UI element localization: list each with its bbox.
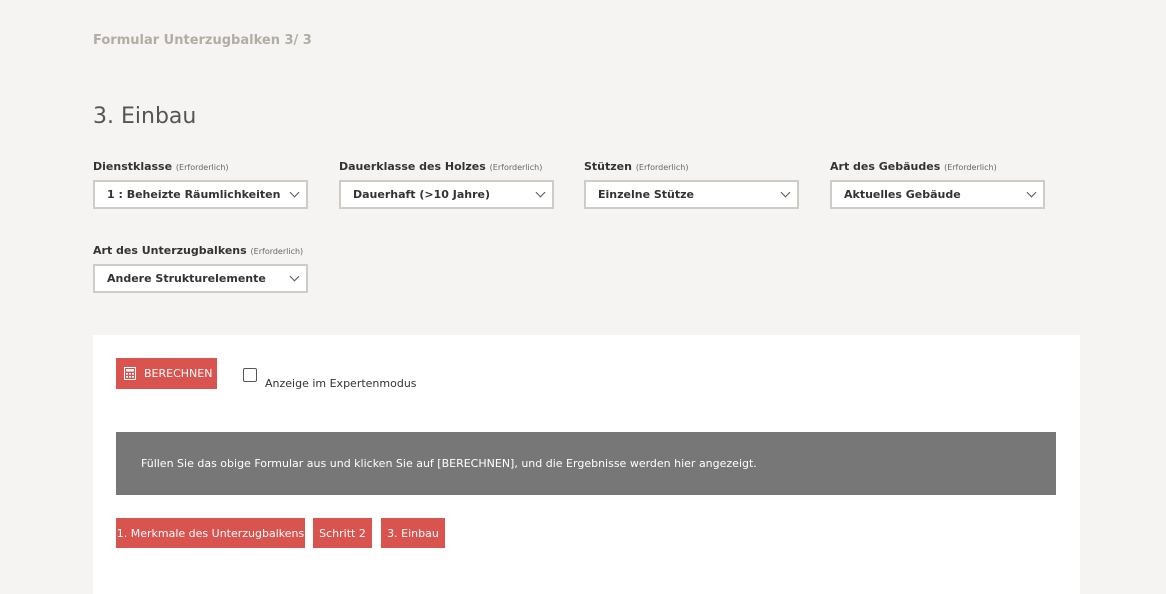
- unterzugbalken-art-select[interactable]: Andere Strukturelemente: [93, 264, 308, 293]
- chevron-down-icon: [289, 187, 300, 198]
- required-hint: (Erforderlich): [944, 163, 997, 172]
- field-dienstklasse: Dienstklasse (Erforderlich) 1 : Beheizte…: [93, 160, 308, 209]
- step-3-label: 3. Einbau: [387, 526, 439, 540]
- dauerklasse-select[interactable]: Dauerhaft (>10 Jahre): [339, 180, 554, 209]
- calculate-button[interactable]: BERECHNEN: [116, 358, 217, 389]
- step-1-button[interactable]: 1. Merkmale des Unterzugbalkens: [116, 518, 305, 548]
- field-stuetzen: Stützen (Erforderlich) Einzelne Stütze: [584, 160, 799, 209]
- field-label-text: Art des Unterzugbalkens: [93, 244, 247, 257]
- step-2-label: Schritt 2: [319, 526, 366, 540]
- field-label: Art des Unterzugbalkens (Erforderlich): [93, 244, 308, 257]
- field-dauerklasse: Dauerklasse des Holzes (Erforderlich) Da…: [339, 160, 554, 209]
- required-hint: (Erforderlich): [250, 247, 304, 256]
- chevron-down-icon: [780, 187, 791, 198]
- select-value: 1 : Beheizte Räumlichkeiten (z.B. Wohnrä…: [107, 188, 285, 201]
- field-label: Art des Gebäudes (Erforderlich): [830, 160, 1045, 173]
- required-hint: (Erforderlich): [489, 163, 543, 172]
- select-value: Andere Strukturelemente: [107, 272, 266, 285]
- dienstklasse-select[interactable]: 1 : Beheizte Räumlichkeiten (z.B. Wohnrä…: [93, 180, 308, 209]
- field-label: Stützen (Erforderlich): [584, 160, 799, 173]
- section-heading: 3. Einbau: [93, 104, 197, 129]
- expert-mode-row: Anzeige im Expertenmodus: [243, 368, 417, 390]
- gebaeude-select[interactable]: Aktuelles Gebäude: [830, 180, 1045, 209]
- calculator-icon: [124, 367, 136, 380]
- required-hint: (Erforderlich): [635, 163, 689, 172]
- field-label: Dienstklasse (Erforderlich): [93, 160, 308, 173]
- field-label-text: Stützen: [584, 160, 632, 173]
- select-value: Aktuelles Gebäude: [844, 188, 961, 201]
- required-hint: (Erforderlich): [175, 163, 229, 172]
- field-label-text: Dienstklasse: [93, 160, 173, 173]
- calculate-button-label: BERECHNEN: [144, 367, 213, 380]
- field-label-text: Dauerklasse des Holzes: [339, 160, 486, 173]
- results-panel: BERECHNEN Anzeige im Expertenmodus Fülle…: [93, 335, 1080, 594]
- results-info-box: Füllen Sie das obige Formular aus und kl…: [116, 432, 1056, 495]
- expert-mode-label: Anzeige im Expertenmodus: [265, 376, 417, 390]
- field-unterzugbalken-art: Art des Unterzugbalkens (Erforderlich) A…: [93, 244, 308, 293]
- select-value: Dauerhaft (>10 Jahre): [353, 188, 491, 201]
- form-title: Formular Unterzugbalken 3/ 3: [93, 33, 312, 48]
- select-value: Einzelne Stütze: [598, 188, 695, 201]
- chevron-down-icon: [289, 271, 300, 282]
- expert-mode-checkbox[interactable]: [243, 368, 257, 382]
- field-gebaeude: Art des Gebäudes (Erforderlich) Aktuelle…: [830, 160, 1045, 209]
- chevron-down-icon: [1026, 187, 1037, 198]
- step-1-label: 1. Merkmale des Unterzugbalkens: [116, 526, 305, 540]
- field-label-text: Art des Gebäudes: [830, 160, 941, 173]
- field-label: Dauerklasse des Holzes (Erforderlich): [339, 160, 554, 173]
- chevron-down-icon: [535, 187, 546, 198]
- step-2-button[interactable]: Schritt 2: [313, 518, 372, 548]
- step-3-button[interactable]: 3. Einbau: [381, 518, 445, 548]
- results-info-text: Füllen Sie das obige Formular aus und kl…: [141, 457, 757, 470]
- stuetzen-select[interactable]: Einzelne Stütze: [584, 180, 799, 209]
